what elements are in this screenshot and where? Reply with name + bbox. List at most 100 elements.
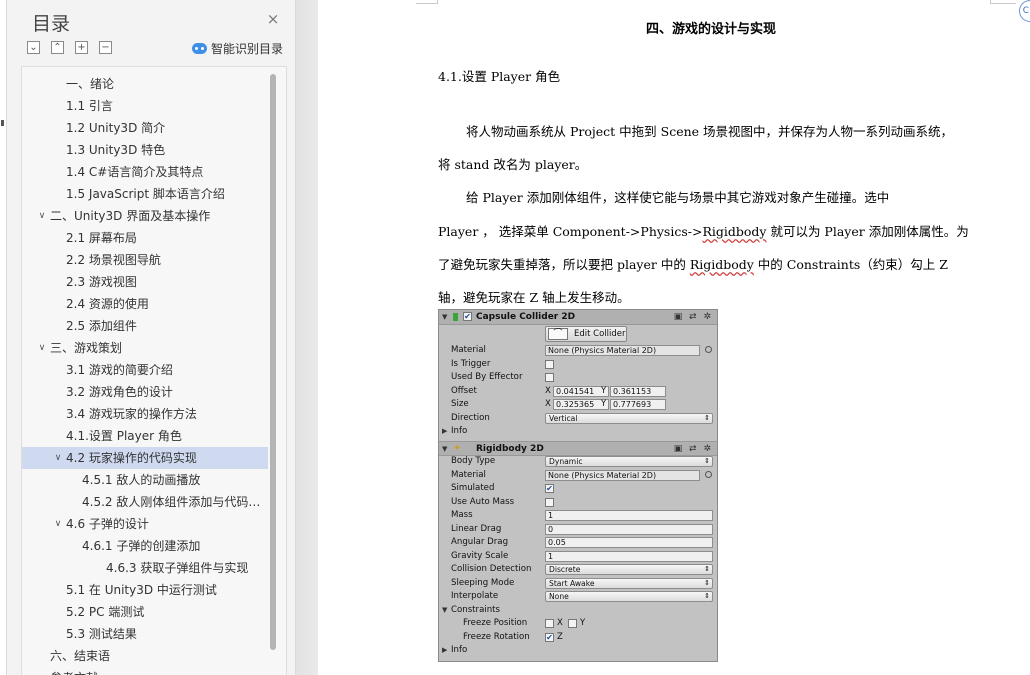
toc-item[interactable]: 1.5 JavaScript 脚本语言介绍	[22, 183, 268, 205]
page-gutter	[296, 0, 318, 675]
toc-item[interactable]: 2.5 添加组件	[22, 315, 268, 337]
toc-item[interactable]: 1.3 Unity3D 特色	[22, 139, 268, 161]
toc-item[interactable]: 5.3 测试结果	[22, 623, 268, 645]
field-label: Info	[451, 645, 468, 655]
toc-item[interactable]: 5.2 PC 端测试	[22, 601, 268, 623]
size-y-field: 0.777693	[610, 399, 666, 410]
toc-item-label: 4.5.1 敌人的动画播放	[82, 473, 201, 487]
direction-dropdown: Vertical	[545, 412, 713, 424]
toc-item[interactable]: 1.2 Unity3D 简介	[22, 117, 268, 139]
toc-item[interactable]: 3.1 游戏的简要介绍	[22, 359, 268, 381]
toc-item-label: 4.5.2 敌人刚体组件添加与代码…	[82, 495, 261, 509]
chevron-down-icon[interactable]: ∨	[52, 513, 64, 535]
axis-label: Y	[601, 385, 607, 396]
field-label: Interpolate	[451, 591, 499, 601]
toc-pane: 目录 × ⌄ ⌃ + − 智能识别目录 一、绪论 1.1 引言 1.2 Unity3…	[0, 0, 296, 675]
toc-item[interactable]: 4.5.1 敌人的动画播放	[22, 469, 268, 491]
paragraph-line: Player ， 选择菜单 Component->Physics->Rigidb…	[438, 221, 969, 240]
field-label: Gravity Scale	[451, 550, 509, 561]
smart-toc-button[interactable]: 智能识别目录	[192, 40, 283, 56]
collider-info-row: ▶ Info	[439, 425, 717, 439]
collapse-all-button[interactable]: ⌄	[27, 41, 40, 54]
toc-item-label: 4.2 玩家操作的代码实现	[66, 451, 197, 465]
chevron-down-icon[interactable]: ∨	[36, 337, 48, 359]
toc-item-label: 3.2 游戏角色的设计	[66, 385, 173, 399]
toc-item[interactable]: 2.1 屏幕布局	[22, 227, 268, 249]
toc-item-label: 5.2 PC 端测试	[66, 605, 145, 619]
toc-scrollbar[interactable]	[270, 74, 276, 650]
collapsed-side-strip[interactable]	[0, 0, 7, 675]
toc-item-label: 1.5 JavaScript 脚本语言介绍	[66, 187, 225, 201]
collider-component-icon	[453, 313, 458, 321]
fold-arrow-icon: ▼	[442, 445, 448, 453]
toc-item[interactable]: 5.1 在 Unity3D 中运行测试	[22, 579, 268, 601]
rigidbody-component-icon: ✦	[453, 443, 462, 454]
toc-item[interactable]: 4.5.2 敌人刚体组件添加与代码…	[22, 491, 268, 513]
toc-item[interactable]: 六、结束语	[22, 645, 268, 667]
field-label: Constraints	[451, 604, 501, 615]
toc-item[interactable]: 1.4 C#语言简介及其特点	[22, 161, 268, 183]
use-auto-mass-checkbox	[545, 497, 554, 507]
toc-item[interactable]: 3.4 游戏玩家的操作方法	[22, 403, 268, 425]
toc-item[interactable]: 参考文献	[22, 667, 268, 675]
paragraph-line: 了避免玩家失重掉落，所以要把 player 中的 Rigidbody 中的 Co…	[438, 254, 948, 273]
toc-item[interactable]: ∨ 二、Unity3D 界面及基本操作	[22, 205, 268, 227]
component-menu-icons: ▣ ⇄ ✲	[673, 444, 713, 454]
fold-arrow-icon: ▼	[442, 313, 448, 321]
toc-item[interactable]: ∨ 三、游戏策划	[22, 337, 268, 359]
edit-collider-label: Edit Collider	[574, 329, 626, 339]
body-type-row: Body Type Dynamic	[439, 455, 717, 469]
rigidbody-info-row: ▶ Info	[439, 644, 717, 658]
toc-item-label: 三、游戏策划	[50, 341, 123, 355]
angular-drag-field: 0.05	[545, 537, 713, 548]
body-type-dropdown: Dynamic	[545, 456, 713, 467]
chevron-down-icon[interactable]: ∨	[52, 447, 64, 469]
field-label: Used By Effector	[451, 372, 523, 382]
strip-marker	[1, 120, 4, 126]
spellcheck-word[interactable]: Rigidbody	[690, 257, 754, 272]
toc-item[interactable]: 2.3 游戏视图	[22, 271, 268, 293]
remove-heading-button[interactable]: −	[99, 41, 112, 54]
toc-item[interactable]: ∨ 4.2 玩家操作的代码实现	[22, 447, 268, 469]
toc-item[interactable]: 一、绪论	[22, 73, 268, 95]
field-label: Body Type	[451, 456, 496, 466]
field-label: Sleeping Mode	[451, 577, 515, 588]
toc-item[interactable]: 2.2 场景视图导航	[22, 249, 268, 271]
axis-label: Y	[580, 618, 586, 628]
toc-item-label: 1.2 Unity3D 简介	[66, 121, 166, 135]
toc-item[interactable]: 3.2 游戏角色的设计	[22, 381, 268, 403]
toc-item[interactable]: ∨ 4.6 子弹的设计	[22, 513, 268, 535]
expand-up-button[interactable]: ⌃	[51, 41, 64, 54]
field-label: Offset	[451, 385, 477, 396]
toc-item-label: 4.6.1 子弹的创建添加	[82, 539, 201, 553]
add-heading-button[interactable]: +	[75, 41, 88, 54]
toc-item[interactable]: 4.6.1 子弹的创建添加	[22, 535, 268, 557]
axis-label: Z	[557, 631, 563, 642]
toc-item-label: 一、绪论	[66, 77, 115, 91]
axis-label: X	[545, 385, 551, 396]
offset-y-field: 0.361153	[610, 385, 666, 397]
toc-item-label: 5.3 测试结果	[66, 627, 137, 641]
collider-enabled-checkbox: ✔	[463, 312, 472, 321]
toc-list: 一、绪论 1.1 引言 1.2 Unity3D 简介 1.3 Unity3D 特色 1.…	[21, 66, 287, 675]
toc-item-label: 1.1 引言	[66, 99, 113, 113]
toc-item[interactable]: 2.4 资源的使用	[22, 293, 268, 315]
toc-item[interactable]: 4.6.3 获取子弹组件与实现	[22, 557, 268, 579]
axis-label: X	[557, 618, 563, 628]
sleeping-mode-dropdown: Start Awake	[545, 577, 713, 589]
edit-collider-icon: ⌒	[548, 328, 568, 340]
fold-arrow-icon: ▼	[442, 605, 448, 614]
chevron-down-icon[interactable]: ∨	[36, 205, 48, 227]
toc-item[interactable]: 4.1.设置 Player 角色	[22, 425, 268, 447]
material-field: None (Physics Material 2D)	[545, 345, 700, 356]
inspector-image[interactable]: ▼ ✔ Capsule Collider 2D ▣ ⇄ ✲ ⌒ Edit Col…	[438, 309, 718, 662]
toc-item-label: 2.2 场景视图导航	[66, 253, 161, 267]
toc-item[interactable]: 1.1 引言	[22, 95, 268, 117]
toc-item-label: 2.5 添加组件	[66, 319, 137, 333]
is-trigger-checkbox	[545, 359, 554, 369]
close-icon[interactable]: ×	[265, 11, 281, 27]
mass-field: 1	[545, 510, 713, 521]
spellcheck-word[interactable]: Rigidbody	[702, 224, 766, 239]
smart-toc-label: 智能识别目录	[211, 41, 284, 56]
axis-label: Y	[601, 399, 607, 409]
